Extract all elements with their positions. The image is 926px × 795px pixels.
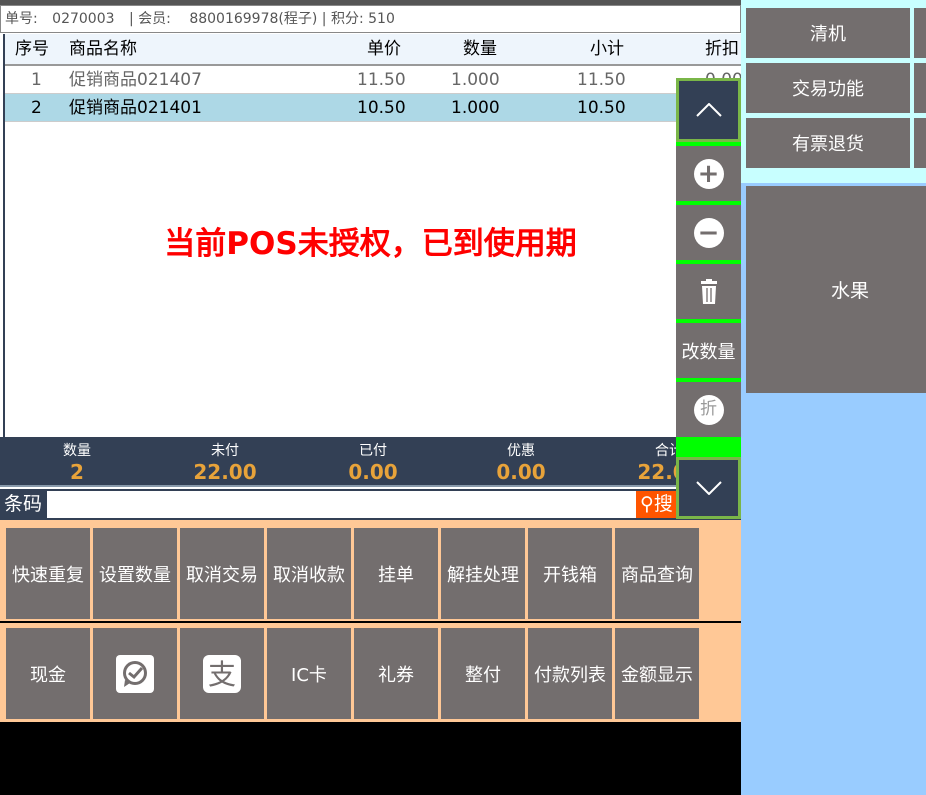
wechat-pay-icon bbox=[116, 654, 154, 693]
decrease-qty-button[interactable]: − bbox=[676, 205, 741, 260]
row-name: 促销商品021401 bbox=[69, 98, 202, 118]
pay-key[interactable]: 整付 bbox=[441, 628, 525, 719]
points-value: 510 bbox=[368, 11, 395, 27]
col-price: 单价 bbox=[367, 39, 401, 59]
table-row[interactable]: 1 促销商品021407 11.50 1.000 11.50 0.00 bbox=[5, 66, 741, 94]
divider bbox=[0, 621, 741, 623]
plus-icon: + bbox=[693, 158, 724, 189]
search-icon: ⚲ bbox=[640, 493, 654, 515]
side-controls: + − 改数量 折 bbox=[676, 78, 741, 519]
receipt-return-button[interactable]: 有票退货 bbox=[746, 118, 910, 168]
change-qty-label: 改数量 bbox=[681, 341, 736, 363]
sale-panel: 单号: 0270003 | 会员: 8800169978(程子) | 积分: 5… bbox=[0, 0, 741, 722]
func-key[interactable]: 商品查询 bbox=[615, 528, 699, 619]
scroll-up-button[interactable] bbox=[676, 78, 741, 142]
pay-key[interactable]: 付款列表 bbox=[528, 628, 612, 719]
pay-key[interactable]: 现金 bbox=[6, 628, 90, 719]
row-price: 10.50 bbox=[357, 98, 406, 118]
summary-paid: 已付 0.00 bbox=[348, 443, 398, 484]
delete-item-button[interactable] bbox=[676, 264, 741, 319]
func-key[interactable]: 快速重复 bbox=[6, 528, 90, 619]
col-qty: 数量 bbox=[463, 39, 497, 59]
transaction-functions-button[interactable]: 交易功能 bbox=[746, 63, 910, 113]
barcode-input[interactable] bbox=[47, 491, 636, 518]
member-number: 8800169978(程子) bbox=[189, 11, 318, 27]
svg-text:支: 支 bbox=[208, 658, 236, 691]
scroll-down-button[interactable] bbox=[676, 457, 741, 519]
change-qty-button[interactable]: 改数量 bbox=[676, 323, 741, 378]
table-row-selected[interactable]: 2 促销商品021401 10.50 1.000 10.50 bbox=[5, 94, 741, 122]
row-no: 2 bbox=[31, 98, 42, 118]
category-label: 水果 bbox=[830, 280, 869, 302]
pay-key[interactable]: 礼券 bbox=[354, 628, 438, 719]
wechat-pay-button[interactable] bbox=[93, 628, 177, 719]
keypad: 快速重复 设置数量 取消交易 取消收款 挂单 解挂处理 开钱箱 商品查询现金 支 IC卡 礼券 整付付… bbox=[0, 520, 741, 722]
search-label: 搜 bbox=[653, 493, 673, 515]
func-key[interactable]: 开钱箱 bbox=[528, 528, 612, 619]
chevron-down-icon bbox=[695, 481, 722, 495]
func-key[interactable]: 挂单 bbox=[354, 528, 438, 619]
category-fruit-button[interactable]: 水果 bbox=[746, 186, 926, 393]
minus-icon: − bbox=[693, 217, 724, 248]
increase-qty-button[interactable]: + bbox=[676, 146, 741, 201]
license-warning: 当前POS未授权，已到使用期 bbox=[164, 226, 577, 262]
row-no: 1 bbox=[31, 70, 42, 90]
func-key[interactable]: 解挂处理 bbox=[441, 528, 525, 619]
member-label: | 会员: bbox=[128, 11, 171, 27]
func-key[interactable]: 取消交易 bbox=[180, 528, 264, 619]
chevron-up-icon bbox=[695, 103, 722, 117]
extra-button[interactable] bbox=[914, 63, 926, 113]
row-qty: 1.000 bbox=[451, 98, 500, 118]
discount-button[interactable]: 折 bbox=[676, 382, 741, 437]
summary-discount: 优惠 0.00 bbox=[496, 443, 546, 484]
order-label: 单号: bbox=[5, 11, 38, 27]
summary-bar: 数量 2 未付 22.00 已付 0.00 优惠 0.00 合计 22.00 bbox=[0, 437, 741, 487]
summary-unpaid: 未付 22.00 bbox=[193, 443, 257, 484]
row-name: 促销商品021407 bbox=[69, 70, 202, 90]
discount-icon: 折 bbox=[693, 394, 724, 425]
col-name: 商品名称 bbox=[69, 39, 137, 59]
row-price: 11.50 bbox=[357, 70, 406, 90]
right-panel: 清机 交易功能 有票退货 水果 bbox=[741, 0, 926, 795]
col-subtotal: 小计 bbox=[590, 39, 624, 59]
order-number: 0270003 bbox=[52, 11, 115, 27]
order-info-bar: 单号: 0270003 | 会员: 8800169978(程子) | 积分: 5… bbox=[0, 5, 741, 33]
row-subtotal: 11.50 bbox=[577, 70, 626, 90]
alipay-icon: 支 bbox=[203, 654, 241, 693]
summary-qty: 数量 2 bbox=[63, 443, 91, 484]
alipay-button[interactable]: 支 bbox=[180, 628, 264, 719]
col-no: 序号 bbox=[15, 39, 49, 59]
close-shift-button[interactable]: 清机 bbox=[746, 8, 910, 58]
barcode-label: 条码 bbox=[4, 493, 43, 515]
trash-icon bbox=[700, 278, 717, 304]
barcode-row: 条码 ⚲搜 bbox=[0, 489, 741, 520]
col-discount: 折扣 bbox=[705, 39, 739, 59]
row-subtotal: 10.50 bbox=[577, 98, 626, 118]
row-qty: 1.000 bbox=[451, 70, 500, 90]
func-key[interactable]: 设置数量 bbox=[93, 528, 177, 619]
table-header: 序号 商品名称 单价 数量 小计 折扣 bbox=[5, 34, 741, 66]
function-area: 清机 交易功能 有票退货 bbox=[741, 0, 926, 183]
extra-button[interactable] bbox=[914, 8, 926, 58]
pay-key[interactable]: 金额显示 bbox=[615, 628, 699, 719]
pay-key[interactable]: IC卡 bbox=[267, 628, 351, 719]
extra-button[interactable] bbox=[914, 118, 926, 168]
points-label: | 积分: bbox=[321, 11, 364, 27]
func-key[interactable]: 取消收款 bbox=[267, 528, 351, 619]
